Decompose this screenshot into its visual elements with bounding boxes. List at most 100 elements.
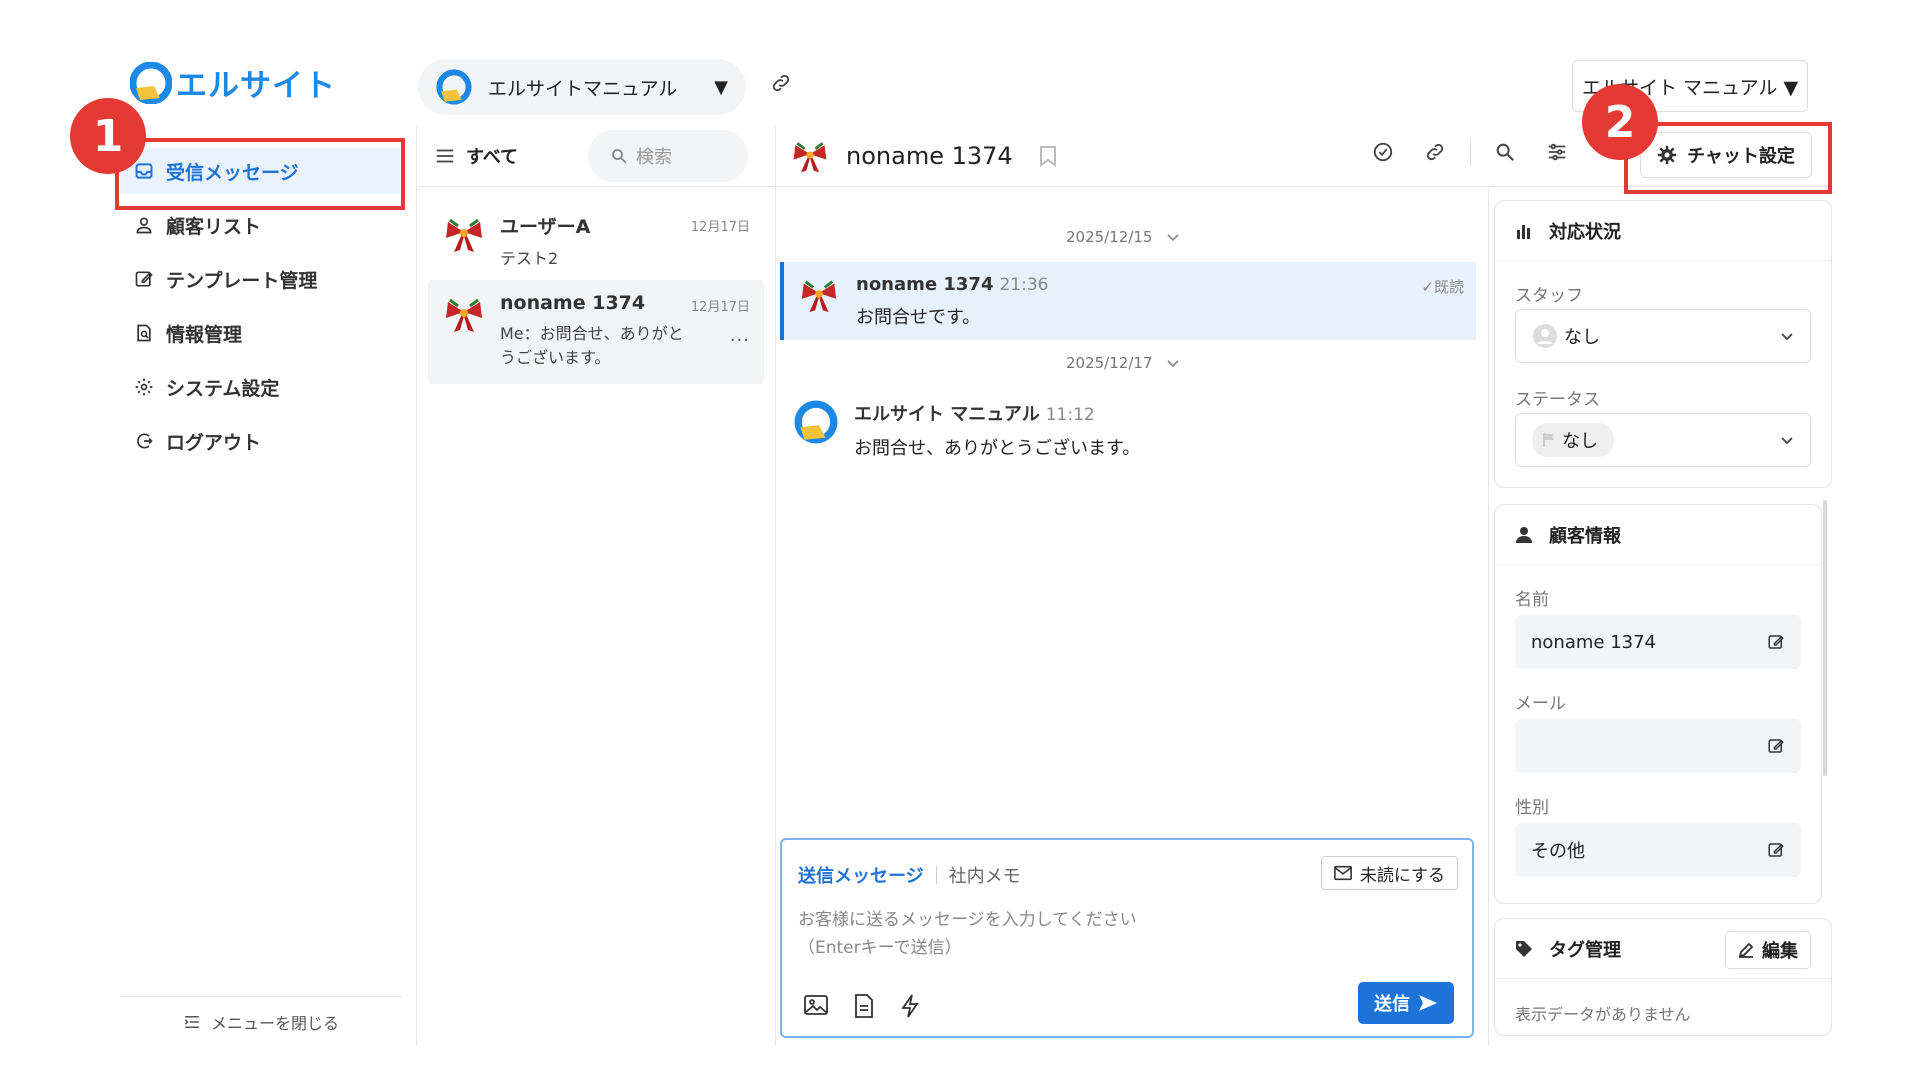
divider xyxy=(418,186,1832,187)
gear-icon xyxy=(135,378,153,396)
conversation-list-header: すべて 検索 xyxy=(418,126,773,186)
filter-sliders-icon[interactable] xyxy=(1546,141,1568,163)
send-label: 送信 xyxy=(1374,994,1410,1015)
edit-tags-button[interactable]: 編集 xyxy=(1725,931,1811,969)
divider xyxy=(1488,186,1489,1046)
send-arrow-icon xyxy=(1419,995,1437,1011)
edit-tags-label: 編集 xyxy=(1762,941,1798,962)
conversation-preview: テスト2 xyxy=(500,249,559,268)
sidebar: 受信メッセージ 顧客リスト テンプレート管理 情報管理 システム設定 ログアウト xyxy=(120,126,416,1046)
chevron-down-icon xyxy=(1167,234,1180,242)
ribbon-avatar-icon xyxy=(793,142,827,173)
sidebar-item-label: システム設定 xyxy=(166,377,280,400)
conversation-item[interactable]: ユーザーA テスト2 12月17日 xyxy=(428,200,764,283)
conversation-item-selected[interactable]: noname 1374 Me：お問合せ、ありがとうございます。 12月17日 ·… xyxy=(428,280,764,384)
pencil-icon xyxy=(1738,942,1754,958)
message-input[interactable]: お客様に送るメッセージを入力してください （Enterキーで送信） xyxy=(798,906,1137,962)
email-field[interactable] xyxy=(1515,719,1801,773)
logo-text: エルサイト xyxy=(176,68,336,104)
sidebar-item-label: 顧客リスト xyxy=(166,215,262,238)
scrollbar[interactable] xyxy=(1823,500,1827,776)
mark-unread-button[interactable]: 未読にする xyxy=(1320,856,1458,890)
app-logo[interactable]: エルサイト xyxy=(130,60,336,105)
divider xyxy=(416,126,417,1046)
name-value: noname 1374 xyxy=(1531,631,1656,653)
menu-collapse-icon xyxy=(184,1015,199,1028)
bar-chart-icon xyxy=(1517,224,1530,239)
message-input-placeholder: お客様に送るメッセージを入力してください xyxy=(798,910,1137,930)
sidebar-item-templates[interactable]: テンプレート管理 xyxy=(120,256,400,302)
mark-unread-label: 未読にする xyxy=(1359,865,1445,886)
date-separator-label: 2025/12/17 xyxy=(1066,354,1153,372)
name-field[interactable]: noname 1374 xyxy=(1515,615,1801,669)
flag-icon xyxy=(1543,433,1554,447)
conversation-name: noname 1374 xyxy=(500,292,646,314)
search-input[interactable]: 検索 xyxy=(588,130,748,182)
mail-icon xyxy=(1333,865,1352,881)
file-icon[interactable] xyxy=(854,994,874,1018)
check-circle-icon[interactable] xyxy=(1372,141,1394,163)
edit-icon[interactable] xyxy=(1767,737,1785,755)
conversation-name: ユーザーA xyxy=(500,216,591,238)
tab-internal-memo[interactable]: 社内メモ xyxy=(949,862,1021,888)
message-composer: 送信メッセージ 社内メモ 未読にする お客様に送るメッセージを入力してください … xyxy=(780,838,1474,1038)
caret-down-icon: ▼ xyxy=(714,76,728,98)
chevron-down-icon xyxy=(1167,360,1180,368)
filter-button[interactable]: すべて xyxy=(418,143,588,169)
edit-icon xyxy=(135,271,153,287)
chat-title: noname 1374 xyxy=(846,142,1013,170)
message-text: お問合せです。 xyxy=(856,307,981,328)
account-switcher[interactable]: エルサイトマニュアル ▼ xyxy=(418,59,746,115)
status-select[interactable]: なし xyxy=(1515,413,1811,467)
lightning-icon[interactable] xyxy=(900,994,920,1018)
message-incoming: noname 1374 21:36 お問合せです。 ✓既読 xyxy=(780,262,1476,340)
edit-icon[interactable] xyxy=(1767,841,1785,859)
staff-select[interactable]: なし xyxy=(1515,309,1811,363)
close-menu-label: メニューを閉じる xyxy=(210,1013,339,1033)
close-menu-button[interactable]: メニューを閉じる xyxy=(120,996,402,1046)
logout-icon xyxy=(137,433,153,449)
message-sender: noname 1374 xyxy=(856,274,994,295)
customer-info-card: 顧客情報 名前 noname 1374 メール 性別 その他 xyxy=(1494,504,1822,904)
message-input-hint: （Enterキーで送信） xyxy=(798,938,962,958)
message-sender: エルサイト マニュアル xyxy=(854,404,1040,425)
message-time: 21:36 xyxy=(999,275,1049,295)
message-outgoing: エルサイト マニュアル 11:12 お問合せ、ありがとうございます。 xyxy=(780,388,1476,472)
date-separator[interactable]: 2025/12/17 xyxy=(1066,354,1180,372)
tags-empty-message: 表示データがありません xyxy=(1515,1005,1691,1024)
image-icon[interactable] xyxy=(804,994,828,1016)
chevron-down-icon xyxy=(1781,333,1793,341)
gender-field[interactable]: その他 xyxy=(1515,823,1801,877)
divider xyxy=(935,866,937,884)
date-separator[interactable]: 2025/12/15 xyxy=(1066,228,1180,246)
status-card-title: 対応状況 xyxy=(1549,221,1621,243)
person-icon xyxy=(1516,526,1532,543)
name-label: 名前 xyxy=(1515,590,1549,610)
conversation-date: 12月17日 xyxy=(690,300,750,315)
search-icon[interactable] xyxy=(1494,141,1516,163)
send-button[interactable]: 送信 xyxy=(1358,982,1454,1024)
tab-send-message[interactable]: 送信メッセージ xyxy=(798,862,924,888)
conversation-preview: Me：お問合せ、ありがとうございます。 xyxy=(500,324,684,367)
link-icon[interactable] xyxy=(770,72,792,94)
sidebar-item-settings[interactable]: システム設定 xyxy=(120,364,400,410)
link-icon[interactable] xyxy=(1424,141,1446,163)
date-separator-label: 2025/12/15 xyxy=(1066,228,1153,246)
customer-info-title: 顧客情報 xyxy=(1549,525,1621,547)
document-search-icon xyxy=(137,324,151,342)
ribbon-avatar-icon xyxy=(801,280,837,313)
account-logo-icon xyxy=(436,69,472,105)
more-options-icon[interactable]: ··· xyxy=(730,330,750,351)
sidebar-item-logout[interactable]: ログアウト xyxy=(120,418,400,464)
conversation-date: 12月17日 xyxy=(690,220,750,235)
logo-mark-icon xyxy=(130,61,172,104)
sidebar-item-info[interactable]: 情報管理 xyxy=(120,310,400,356)
filter-label: すべて xyxy=(466,147,519,168)
bookmark-icon[interactable] xyxy=(1039,145,1057,167)
edit-icon[interactable] xyxy=(1767,633,1785,651)
message-text: お問合せ、ありがとうございます。 xyxy=(854,438,1141,459)
avatar-placeholder-icon xyxy=(1533,324,1557,348)
step-badge: 2 xyxy=(1582,84,1658,160)
gender-value: その他 xyxy=(1531,841,1585,862)
email-label: メール xyxy=(1515,694,1566,714)
